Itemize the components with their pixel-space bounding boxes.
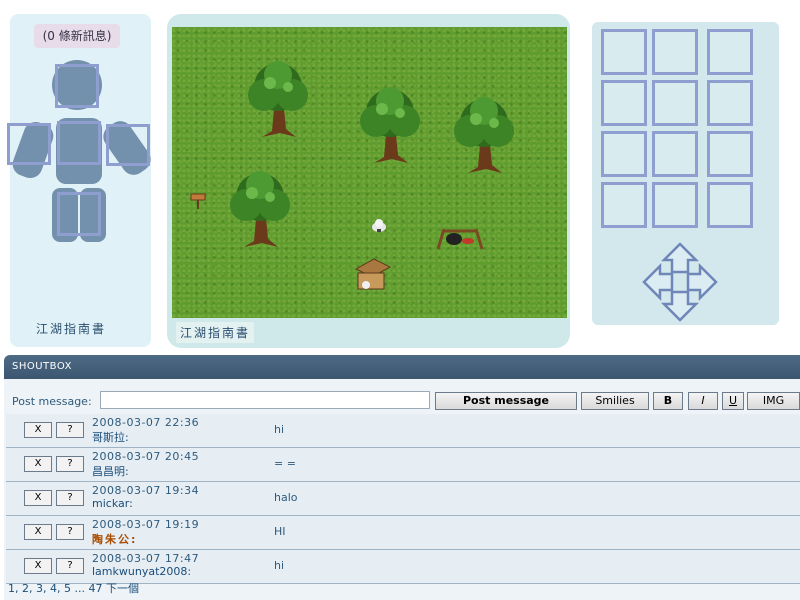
stall-icon[interactable] [352, 257, 392, 295]
inventory-slot[interactable] [601, 182, 647, 228]
post-message-button[interactable]: Post message [435, 392, 577, 410]
shoutbox-header: SHOUTBOX [4, 355, 800, 379]
cooking-pot-icon[interactable] [434, 225, 486, 251]
arrow-up-icon[interactable] [660, 242, 700, 274]
shoutbox: SHOUTBOX Post message: Post message Smil… [4, 355, 800, 600]
shoutbox-body: Post message: Post message Smilies B I U… [4, 379, 800, 600]
left-hand-slot[interactable] [7, 123, 51, 165]
new-messages-badge[interactable]: (0 條新訊息) [34, 24, 120, 48]
inventory-slot[interactable] [707, 182, 753, 228]
underline-button[interactable]: U [722, 392, 744, 410]
inventory-slot[interactable] [601, 29, 647, 75]
info-button[interactable]: ? [56, 558, 84, 574]
game-map[interactable] [172, 27, 567, 318]
bold-button[interactable]: B [653, 392, 683, 410]
guide-book-link[interactable]: 江湖指南書 [36, 320, 106, 337]
character-panel: (0 條新訊息) 江湖指南書 [7, 14, 156, 347]
feet-slot[interactable] [57, 192, 101, 236]
delete-button[interactable]: X [24, 490, 52, 506]
delete-button[interactable]: X [24, 524, 52, 540]
head-slot[interactable] [55, 64, 99, 108]
right-hand-slot[interactable] [106, 124, 150, 166]
inventory-slot[interactable] [601, 131, 647, 177]
inventory-slot[interactable] [707, 131, 753, 177]
shout-date: 2008-03-07 17:47 [92, 552, 200, 565]
pagination[interactable]: 1, 2, 3, 4, 5 ... 47 下一個 [8, 580, 139, 596]
shout-row: X ? 2008-03-07 17:47 lamkwunyat2008: hi [6, 550, 800, 584]
shout-date: 2008-03-07 20:45 [92, 450, 200, 463]
tree [454, 97, 514, 173]
map-guide-book-link[interactable]: 江湖指南書 [176, 322, 255, 343]
shoutbox-title: SHOUTBOX [12, 361, 72, 372]
arrow-down-icon[interactable] [660, 290, 700, 322]
inventory-slot[interactable] [601, 80, 647, 126]
shout-text: = = [274, 457, 296, 470]
signpost-icon[interactable] [190, 191, 206, 209]
delete-button[interactable]: X [24, 422, 52, 438]
inventory-slot[interactable] [652, 80, 698, 126]
inventory-slot[interactable] [707, 29, 753, 75]
shout-date: 2008-03-07 19:19 [92, 518, 200, 531]
body-slot[interactable] [57, 121, 101, 165]
tree [248, 61, 308, 137]
shout-user[interactable]: lamkwunyat2008: [92, 565, 191, 578]
italic-button[interactable]: I [688, 392, 718, 410]
info-button[interactable]: ? [56, 422, 84, 438]
inventory-slot[interactable] [652, 131, 698, 177]
shout-text: hi [274, 423, 285, 436]
player-character-icon[interactable] [369, 217, 389, 233]
post-message-label: Post message: [12, 395, 92, 408]
inventory-slot[interactable] [652, 182, 698, 228]
tree [230, 171, 290, 247]
shout-text: hi [274, 559, 285, 572]
arrow-left-icon[interactable] [642, 262, 674, 302]
shout-text: halo [274, 491, 298, 504]
shout-text: HI [274, 525, 286, 538]
info-button[interactable]: ? [56, 456, 84, 472]
tree [360, 87, 420, 163]
post-message-input[interactable] [100, 391, 430, 409]
shout-row: X ? 2008-03-07 19:34 mickar: halo [6, 482, 800, 516]
info-button[interactable]: ? [56, 490, 84, 506]
smilies-button[interactable]: Smilies [581, 392, 649, 410]
shout-user[interactable]: mickar: [92, 497, 133, 510]
shout-row: X ? 2008-03-07 19:19 陶朱公: HI [6, 516, 800, 550]
info-button[interactable]: ? [56, 524, 84, 540]
shout-user[interactable]: 陶朱公: [92, 531, 137, 547]
shout-date: 2008-03-07 22:36 [92, 416, 200, 429]
inventory-panel [592, 22, 779, 325]
shout-row: X ? 2008-03-07 20:45 昌昌明: = = [6, 448, 800, 482]
arrow-right-icon[interactable] [686, 262, 718, 302]
img-button[interactable]: IMG [747, 392, 800, 410]
shout-date: 2008-03-07 19:34 [92, 484, 200, 497]
inventory-slot[interactable] [652, 29, 698, 75]
shout-user[interactable]: 哥斯拉: [92, 429, 129, 445]
direction-pad [642, 242, 718, 322]
shout-row: X ? 2008-03-07 22:36 哥斯拉: hi [6, 414, 800, 448]
inventory-slot[interactable] [707, 80, 753, 126]
shout-user[interactable]: 昌昌明: [92, 463, 129, 479]
delete-button[interactable]: X [24, 558, 52, 574]
delete-button[interactable]: X [24, 456, 52, 472]
